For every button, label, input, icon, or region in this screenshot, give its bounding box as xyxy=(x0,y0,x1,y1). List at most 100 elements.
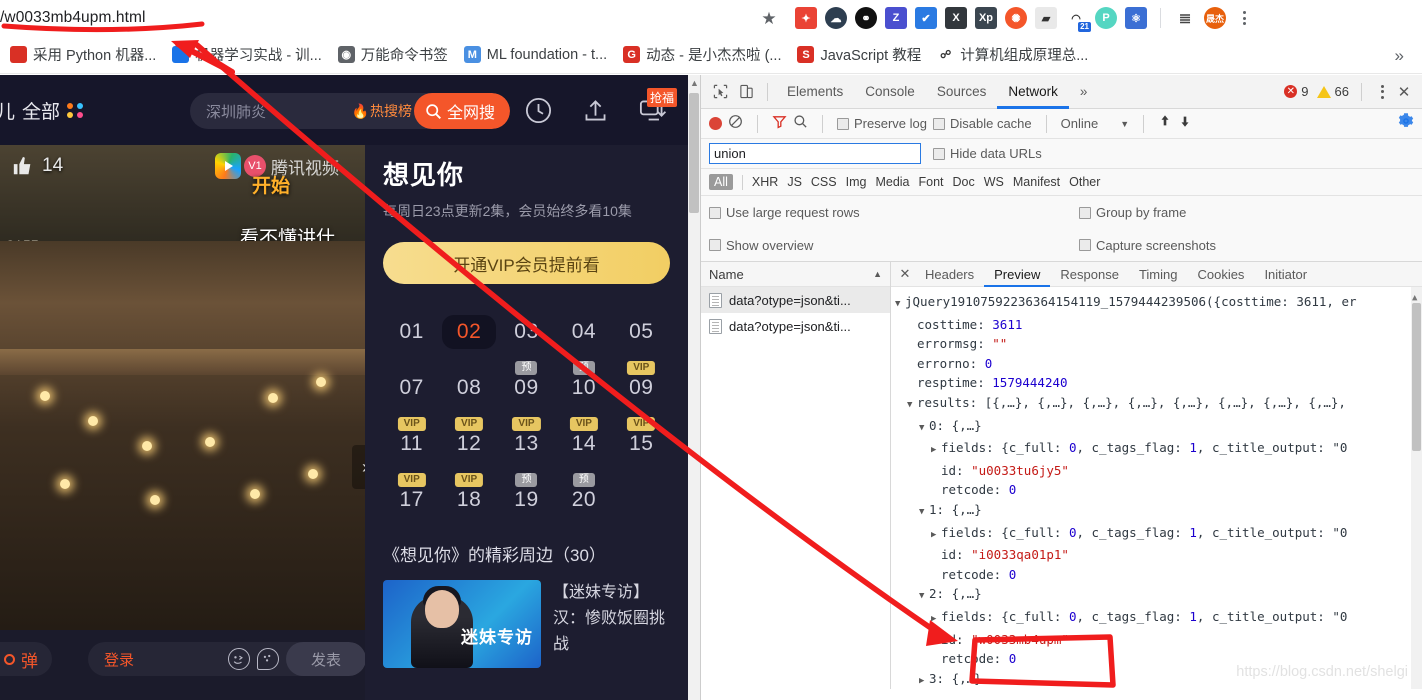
hide-data-urls-box[interactable] xyxy=(933,148,945,160)
expanded-triangle-icon[interactable]: ▼ xyxy=(919,419,929,439)
bookmarks-overflow-button[interactable]: » xyxy=(1395,46,1404,66)
json-line[interactable]: ▶fields: {c_full: 0, c_tags_flag: 1, c_t… xyxy=(895,523,1422,546)
bookmark-star-icon[interactable]: ★ xyxy=(757,7,781,31)
json-line[interactable]: id: "w0033mb4upm" xyxy=(895,630,1422,650)
sticker-icon[interactable] xyxy=(257,648,279,670)
devtools-close-button[interactable]: ✕ xyxy=(1394,83,1414,101)
mask-extension-icon[interactable]: ▰ xyxy=(1035,7,1057,29)
episode-cell[interactable]: 02 xyxy=(440,303,497,349)
episode-cell[interactable]: VIP15 xyxy=(613,415,670,461)
collapsed-triangle-icon[interactable]: ▶ xyxy=(931,441,941,461)
json-line[interactable]: ▼results: [{,…}, {,…}, {,…}, {,…}, {,…},… xyxy=(895,393,1422,416)
bookmark-item-1[interactable]: 机器学习实战 - 训... xyxy=(164,41,329,68)
page-scrollbar[interactable]: ▲ xyxy=(688,75,700,700)
p-extension-icon[interactable]: P xyxy=(1095,7,1117,29)
more-tabs-button[interactable]: » xyxy=(1069,75,1099,109)
episode-cell[interactable]: 05 xyxy=(613,303,670,349)
episode-cell[interactable]: 04 xyxy=(555,303,612,349)
promo-badge[interactable]: 抢福 xyxy=(647,88,677,107)
devtools-tab-console[interactable]: Console xyxy=(854,75,926,109)
key-extension-icon[interactable]: ⚭ xyxy=(855,7,877,29)
capture-screenshots-box[interactable] xyxy=(1079,239,1091,251)
shield-extension-icon[interactable]: ✔ xyxy=(915,7,937,29)
warning-count-badge[interactable]: 66 xyxy=(1317,84,1349,99)
site-search-button[interactable]: 全网搜 xyxy=(414,93,510,129)
danmu-toggle-button[interactable]: 弹 xyxy=(0,642,52,676)
json-line[interactable]: ▶fields: {c_full: 0, c_tags_flag: 1, c_t… xyxy=(895,607,1422,630)
x-extension-icon[interactable]: X xyxy=(945,7,967,29)
detail-tab-headers[interactable]: Headers xyxy=(915,262,984,287)
devtools-more-menu-icon[interactable] xyxy=(1374,85,1390,99)
user-avatar[interactable]: 晟杰 xyxy=(1204,7,1226,29)
preview-scrollbar[interactable]: ▲ xyxy=(1411,287,1422,689)
show-overview-checkbox[interactable]: Show overview xyxy=(709,238,1079,253)
expanded-triangle-icon[interactable]: ▼ xyxy=(919,587,929,607)
collapsed-triangle-icon[interactable]: ▶ xyxy=(919,672,929,689)
type-filter-js[interactable]: JS xyxy=(787,175,802,189)
use-large-request-rows-checkbox[interactable]: Use large request rows xyxy=(709,205,1079,220)
type-filter-manifest[interactable]: Manifest xyxy=(1013,175,1060,189)
episode-cell[interactable]: 08 xyxy=(440,359,497,405)
devtools-tab-sources[interactable]: Sources xyxy=(926,75,998,109)
zotero-extension-icon[interactable]: Z xyxy=(885,7,907,29)
type-filter-other[interactable]: Other xyxy=(1069,175,1100,189)
type-filter-xhr[interactable]: XHR xyxy=(752,175,778,189)
cloud-extension-icon[interactable]: ☁ xyxy=(825,7,847,29)
nav-all-channels[interactable]: 儿 全部 xyxy=(0,97,84,124)
json-line[interactable]: id: "i0033qa01p1" xyxy=(895,545,1422,565)
device-toolbar-icon[interactable] xyxy=(733,79,759,105)
bookmark-item-5[interactable]: SJavaScript 教程 xyxy=(789,41,929,68)
bookmark-item-0[interactable]: 采用 Python 机器... xyxy=(2,41,164,68)
bookmark-item-3[interactable]: MML foundation - t... xyxy=(456,43,615,66)
json-line[interactable]: id: "u0033tu6jy5" xyxy=(895,461,1422,481)
upload-icon[interactable] xyxy=(580,95,612,127)
episode-cell[interactable]: VIP12 xyxy=(440,415,497,461)
preserve-log-box[interactable] xyxy=(837,118,849,130)
detail-tab-initiator[interactable]: Initiator xyxy=(1254,262,1317,287)
episode-cell[interactable]: 预20 xyxy=(555,471,612,517)
show-overview-box[interactable] xyxy=(709,239,721,251)
episode-cell[interactable]: 预19 xyxy=(498,471,555,517)
type-filter-all[interactable]: All xyxy=(709,174,733,190)
cat-extension-icon[interactable]: ◠21 xyxy=(1065,7,1087,29)
history-icon[interactable] xyxy=(523,95,555,127)
json-line[interactable]: retcode: 0 xyxy=(895,480,1422,500)
json-line[interactable]: errormsg: "" xyxy=(895,334,1422,354)
type-filter-img[interactable]: Img xyxy=(846,175,867,189)
gear-icon[interactable] xyxy=(1398,113,1414,134)
send-comment-button[interactable]: 发表 xyxy=(286,642,366,676)
vip-subscribe-button[interactable]: 开通VIP会员提前看 xyxy=(383,242,670,284)
bookmark-item-2[interactable]: ◉万能命令书签 xyxy=(330,41,456,68)
throttling-select[interactable]: Online ▼ xyxy=(1061,116,1130,131)
chrome-menu-icon[interactable] xyxy=(1234,11,1254,25)
json-line[interactable]: retcode: 0 xyxy=(895,565,1422,585)
scrollbar-thumb[interactable] xyxy=(689,93,699,213)
json-line[interactable]: ▶fields: {c_full: 0, c_tags_flag: 1, c_t… xyxy=(895,438,1422,461)
address-bar[interactable]: /w0033mb4upm.html xyxy=(0,0,792,36)
devtools-tab-network[interactable]: Network xyxy=(997,75,1069,109)
related-item[interactable]: 迷妹专访 【迷妹专访】汉：惨败饭圈挑战 xyxy=(383,580,670,668)
type-filter-font[interactable]: Font xyxy=(919,175,944,189)
episode-cell[interactable]: 07 xyxy=(383,359,440,405)
scrollbar-up-arrow-icon[interactable]: ▲ xyxy=(690,78,699,88)
episode-cell[interactable]: 预09 xyxy=(498,359,555,405)
episode-cell[interactable]: 01 xyxy=(383,303,440,349)
music-list-icon[interactable]: ≣ xyxy=(1174,7,1196,29)
type-filter-ws[interactable]: WS xyxy=(984,175,1004,189)
capture-screenshots-checkbox[interactable]: Capture screenshots xyxy=(1079,238,1216,253)
inspect-element-icon[interactable] xyxy=(707,79,733,105)
detail-tab-timing[interactable]: Timing xyxy=(1129,262,1188,287)
request-row[interactable]: data?otype=json&ti... xyxy=(701,287,890,313)
bookmark-item-6[interactable]: ☍计算机组成原理总... xyxy=(929,41,1096,68)
next-slide-arrow-icon[interactable]: › xyxy=(352,445,365,489)
json-line[interactable]: costtime: 3611 xyxy=(895,315,1422,335)
export-har-icon[interactable] xyxy=(1178,114,1192,133)
json-line[interactable]: ▼jQuery19107592236364154119_157944423950… xyxy=(895,292,1422,315)
import-har-icon[interactable] xyxy=(1158,114,1172,133)
episode-cell[interactable]: VIP11 xyxy=(383,415,440,461)
video-player[interactable]: CAFE 14 V1 腾讯视频 开始 看不懂讲什 看不懂的 说男主 女主 xyxy=(0,145,365,630)
search-icon[interactable] xyxy=(793,114,808,134)
group-by-frame-checkbox[interactable]: Group by frame xyxy=(1079,205,1186,220)
collapsed-triangle-icon[interactable]: ▶ xyxy=(931,610,941,630)
like-counter[interactable]: 14 xyxy=(12,155,63,177)
